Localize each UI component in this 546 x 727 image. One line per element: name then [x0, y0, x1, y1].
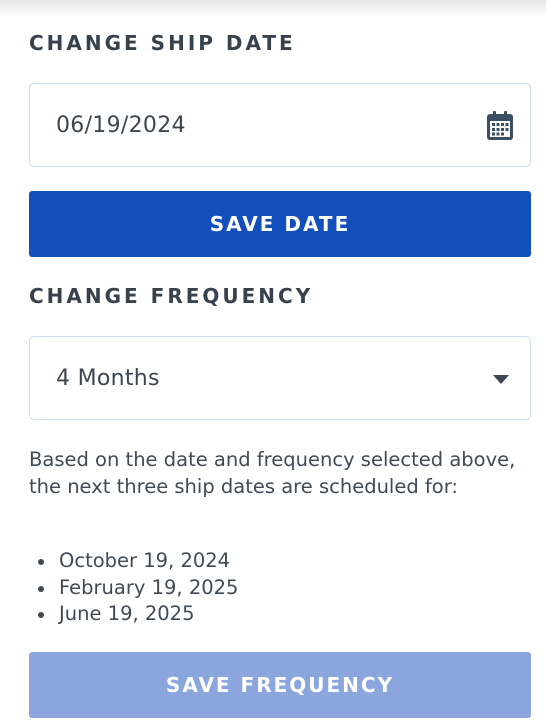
header-shadow	[0, 0, 546, 16]
calendar-icon[interactable]	[486, 111, 514, 141]
frequency-selected-value[interactable]: 4 Months	[56, 337, 160, 421]
bullet-icon	[38, 585, 44, 592]
ship-date-value[interactable]: 06/19/2024	[56, 84, 186, 168]
frequency-select[interactable]: 4 Months	[29, 336, 531, 420]
frequency-heading: CHANGE FREQUENCY	[29, 284, 314, 308]
save-frequency-button[interactable]: SAVE FREQUENCY	[29, 652, 531, 718]
next-ship-date: October 19, 2024	[59, 549, 231, 572]
list-item: June 19, 2025	[29, 601, 238, 628]
next-ship-date: February 19, 2025	[59, 575, 239, 599]
schedule-info-text: Based on the date and frequency selected…	[29, 448, 516, 498]
ship-date-field[interactable]: 06/19/2024	[29, 83, 531, 167]
bullet-icon	[38, 559, 44, 565]
save-date-button[interactable]: SAVE DATE	[29, 191, 531, 257]
ship-date-heading: CHANGE SHIP DATE	[29, 31, 296, 55]
next-ship-date: June 19, 2025	[59, 602, 195, 625]
list-item: October 19, 2024	[29, 548, 238, 575]
chevron-down-icon[interactable]	[493, 375, 509, 384]
bullet-icon	[38, 612, 44, 618]
next-ship-dates-list: October 19, 2024 February 19, 2025 June …	[29, 548, 238, 628]
list-item: February 19, 2025	[29, 575, 238, 602]
